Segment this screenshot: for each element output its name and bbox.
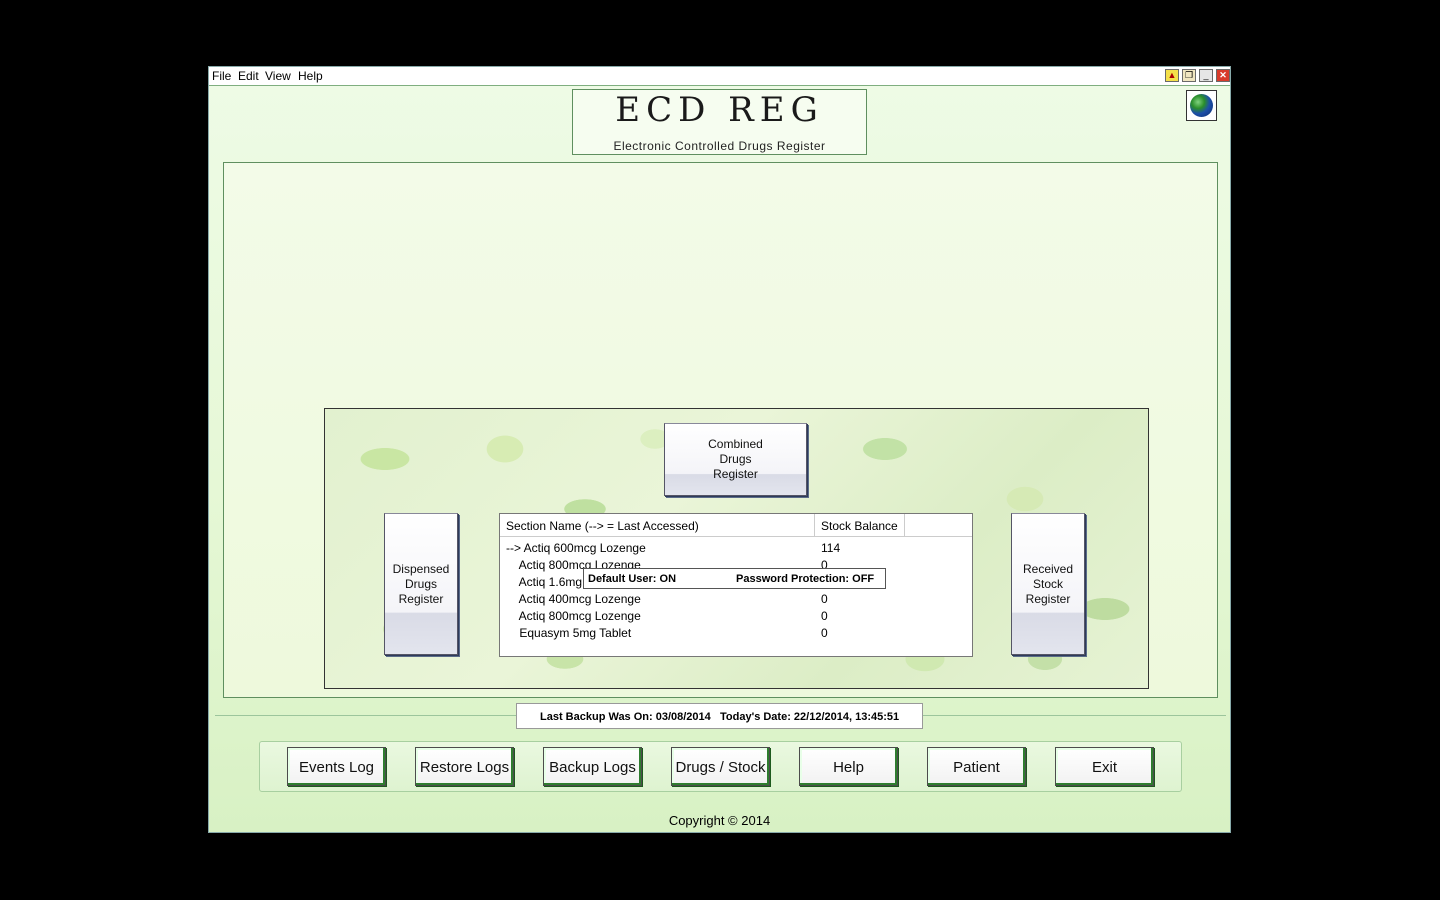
table-header: Section Name (--> = Last Accessed) Stock… — [500, 514, 972, 537]
backup-info: Last Backup Was On: 03/08/2014 Today's D… — [516, 703, 923, 729]
button-label: Combined — [708, 437, 763, 451]
combined-drugs-register-button[interactable]: Combined Drugs Register — [664, 423, 807, 496]
table-row[interactable]: Equasym 5mg Tablet 0 — [500, 625, 972, 642]
menu-bar: File Edit View Help ▲ ❐ _ ✕ — [209, 67, 1230, 86]
events-log-button[interactable]: Events Log — [287, 747, 386, 786]
restore-logs-button[interactable]: Restore Logs — [415, 747, 514, 786]
button-label: Stock — [1032, 576, 1063, 591]
register-panel: Combined Drugs Register Dispensed Drugs … — [324, 408, 1149, 689]
button-label: Register — [713, 467, 758, 481]
table-row[interactable]: Actiq 800mcg Lozenge 0 — [500, 608, 972, 625]
menu-file[interactable]: File — [212, 69, 231, 83]
row-section-name: Equasym 5mg Tablet — [506, 626, 632, 640]
button-label: Drugs — [404, 576, 437, 591]
button-label: Received — [1022, 561, 1074, 576]
row-section-name: Actiq 800mcg Lozenge — [506, 609, 641, 623]
patient-button[interactable]: Patient — [927, 747, 1026, 786]
close-icon[interactable]: ✕ — [1216, 69, 1230, 82]
backup-logs-button[interactable]: Backup Logs — [543, 747, 642, 786]
row-stock-balance: 0 — [821, 626, 828, 640]
restore-window-icon[interactable]: ❐ — [1182, 69, 1196, 82]
row-stock-balance: 114 — [821, 541, 841, 555]
drugs-stock-button[interactable]: Drugs / Stock — [671, 747, 770, 786]
button-label: Dispensed — [392, 561, 450, 576]
button-label: Drugs — [719, 452, 752, 466]
received-stock-register-button[interactable]: Received Stock Register — [1011, 513, 1085, 655]
row-section-name: --> Actiq 600mcg Lozenge — [506, 541, 646, 555]
column-header-section-name[interactable]: Section Name (--> = Last Accessed) — [506, 519, 699, 533]
minimize-icon[interactable]: _ — [1199, 69, 1213, 82]
button-label: Register — [1025, 591, 1071, 606]
app-subtitle: Electronic Controlled Drugs Register — [613, 139, 826, 153]
menu-edit[interactable]: Edit — [238, 69, 259, 83]
menu-help[interactable]: Help — [298, 69, 323, 83]
button-label: Register — [398, 591, 444, 606]
default-user-status: Default User: ON — [588, 573, 677, 585]
password-protection-status: Password Protection: OFF — [736, 573, 875, 585]
warning-icon[interactable]: ▲ — [1165, 69, 1179, 82]
table-row[interactable]: Actiq 400mcg Lozenge 0 — [500, 591, 972, 608]
help-button[interactable]: Help — [799, 747, 898, 786]
app-title: ECD REG — [615, 90, 824, 130]
dispensed-drugs-register-button[interactable]: Dispensed Drugs Register — [384, 513, 458, 655]
row-section-name: Actiq 400mcg Lozenge — [506, 592, 641, 606]
menu-view[interactable]: View — [265, 69, 291, 83]
column-header-stock-balance[interactable]: Stock Balance — [821, 519, 898, 533]
status-strip: Default User: ON Password Protection: OF… — [583, 568, 886, 589]
last-backup-text: Last Backup Was On: 03/08/2014 — [540, 711, 711, 723]
row-stock-balance: 0 — [821, 592, 828, 606]
copyright-text: Copyright © 2014 — [668, 813, 771, 828]
row-stock-balance: 0 — [821, 609, 828, 623]
todays-date-text: Today's Date: 22/12/2014, 13:45:51 — [720, 711, 900, 723]
table-row[interactable]: --> Actiq 600mcg Lozenge 114 — [500, 540, 972, 557]
main-panel: Combined Drugs Register Dispensed Drugs … — [223, 162, 1218, 698]
app-header: ECD REG Electronic Controlled Drugs Regi… — [572, 89, 867, 155]
exit-button[interactable]: Exit — [1055, 747, 1154, 786]
app-window: File Edit View Help ▲ ❐ _ ✕ ECD REG Elec… — [208, 66, 1231, 833]
globe-icon[interactable] — [1186, 90, 1217, 121]
